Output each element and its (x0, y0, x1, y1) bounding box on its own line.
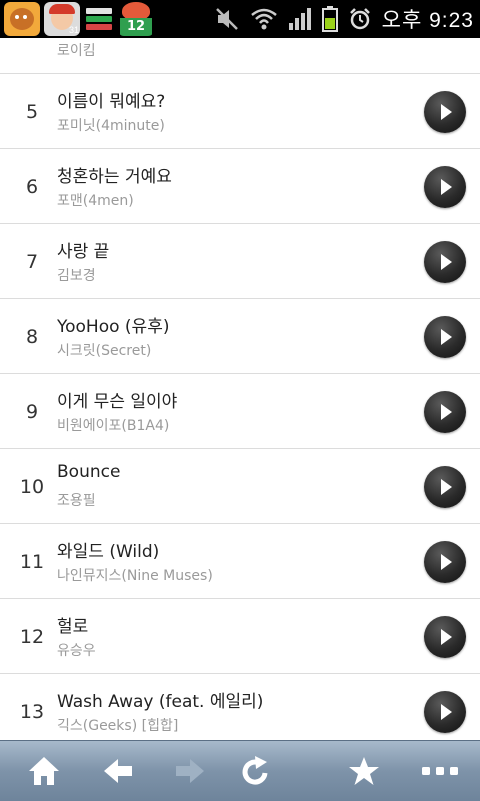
battery-icon (321, 6, 338, 32)
song-artist: 로이킴 (57, 43, 96, 59)
signal-icon (288, 8, 311, 30)
song-row[interactable]: 5 이름이 뭐예요? 포미닛(4minute) (0, 75, 480, 149)
play-button[interactable] (424, 91, 466, 133)
back-arrow-icon (104, 759, 132, 783)
calendar-icon: 12 일 (118, 2, 154, 36)
song-artist: 유승우 (57, 643, 96, 659)
song-rank: 9 (25, 401, 39, 423)
song-row[interactable]: 9 이게 무슨 일이야 비원에이포(B1A4) (0, 375, 480, 449)
song-rank: 12 (19, 626, 45, 648)
song-title: Wash Away (feat. 에일리) (57, 692, 264, 712)
play-button[interactable] (424, 691, 466, 733)
more-button[interactable] (418, 751, 462, 791)
refresh-button[interactable] (234, 751, 278, 791)
system-status: 오후 9:23 (214, 0, 474, 38)
play-icon (441, 704, 452, 720)
song-artist: 비원에이포(B1A4) (57, 418, 170, 434)
play-icon (441, 629, 452, 645)
refresh-icon (242, 756, 268, 785)
status-bar: 31 12 일 (0, 0, 480, 38)
play-icon (441, 554, 452, 570)
song-rank: 8 (25, 326, 39, 348)
song-artist: 조용필 (57, 493, 96, 509)
song-row[interactable]: 6 청혼하는 거예요 포맨(4men) (0, 150, 480, 224)
song-title: 이름이 뭐예요? (57, 92, 166, 112)
song-title: Bounce (57, 462, 121, 482)
song-row[interactable]: 로이킴 (0, 38, 480, 74)
play-button[interactable] (424, 391, 466, 433)
play-icon (441, 329, 452, 345)
notification-icons: 31 12 일 (4, 1, 154, 37)
song-row[interactable]: 13 Wash Away (feat. 에일리) 긱스(Geeks) [힙합] (0, 675, 480, 740)
song-rank: 5 (25, 101, 39, 123)
alarm-icon (349, 8, 370, 30)
song-artist: 김보경 (57, 268, 96, 284)
forward-button[interactable] (168, 751, 212, 791)
song-row[interactable]: 10 Bounce 조용필 (0, 450, 480, 524)
song-rank: 13 (19, 701, 45, 723)
song-title: 청혼하는 거예요 (57, 167, 172, 187)
song-title: YooHoo (유후) (57, 317, 170, 337)
song-title: 헐로 (57, 617, 89, 637)
play-button[interactable] (424, 541, 466, 583)
song-artist: 시크릿(Secret) (57, 343, 152, 359)
mute-icon (215, 8, 238, 30)
home-icon (29, 757, 59, 785)
more-icon (422, 767, 458, 775)
back-button[interactable] (96, 751, 140, 791)
song-row[interactable]: 12 헐로 유승우 (0, 600, 480, 674)
forward-arrow-icon (176, 759, 204, 783)
song-artist: 나인뮤지스(Nine Muses) (57, 568, 213, 584)
song-row[interactable]: 8 YooHoo (유후) 시크릿(Secret) (0, 300, 480, 374)
song-artist: 포맨(4men) (57, 193, 134, 209)
song-rank (16, 38, 48, 74)
cookie-game-icon (4, 2, 40, 36)
wifi-icon (250, 8, 277, 30)
song-title: 와일드 (Wild) (57, 542, 160, 562)
browser-toolbar (0, 740, 480, 801)
play-icon (441, 104, 452, 120)
play-icon (441, 179, 452, 195)
play-button[interactable] (424, 241, 466, 283)
play-button[interactable] (424, 616, 466, 658)
play-button[interactable] (424, 466, 466, 508)
kid-character-icon: 31 (44, 2, 80, 36)
song-row[interactable]: 7 사랑 끝 김보경 (0, 225, 480, 299)
book-icon (84, 2, 114, 36)
play-button[interactable] (424, 316, 466, 358)
home-button[interactable] (22, 751, 66, 791)
song-title: 사랑 끝 (57, 242, 110, 262)
song-rank: 7 (25, 251, 39, 273)
clock: 오후 9:23 (381, 9, 474, 32)
play-icon (441, 404, 452, 420)
song-rank: 10 (19, 476, 45, 498)
calendar-date: 12 일 (120, 18, 152, 36)
song-rank: 6 (25, 176, 39, 198)
song-title: 이게 무슨 일이야 (57, 392, 178, 412)
song-artist: 긱스(Geeks) [힙합] (57, 718, 179, 734)
song-rank: 11 (19, 551, 45, 573)
song-row[interactable]: 11 와일드 (Wild) 나인뮤지스(Nine Muses) (0, 525, 480, 599)
song-list[interactable]: 로이킴 5 이름이 뭐예요? 포미닛(4minute) 6 청혼하는 거예요 포… (0, 38, 480, 740)
play-button[interactable] (424, 166, 466, 208)
bookmark-button[interactable] (342, 751, 386, 791)
notification-count: 31 (68, 25, 79, 35)
play-icon (441, 254, 452, 270)
bookmark-star-icon (349, 757, 379, 785)
play-icon (441, 479, 452, 495)
song-artist: 포미닛(4minute) (57, 118, 165, 134)
